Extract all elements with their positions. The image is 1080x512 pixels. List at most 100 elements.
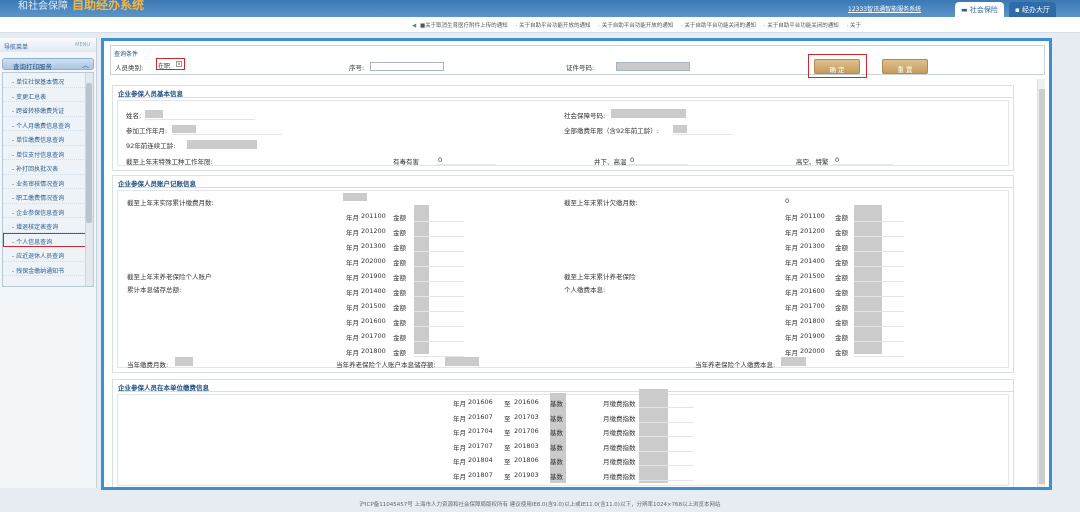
notice-link[interactable]: · 关于自助平台功能开放的通知 xyxy=(598,23,673,29)
month-label: 年月 xyxy=(785,334,798,342)
sidebar-scrollbar[interactable] xyxy=(85,73,93,286)
amount-label: 金额 xyxy=(393,304,406,312)
amount-label: 金额 xyxy=(835,289,848,297)
main-panel: 查询条件 人员类别: 在职 v 序号: 证件号码: 确 定 重 置 企业参保人员… xyxy=(101,38,1052,490)
notice-link[interactable]: · 关于自助平台功能关闭的通知 xyxy=(681,23,756,29)
amount-label: 金额 xyxy=(835,319,848,327)
fee-label: 月缴费指数 xyxy=(603,443,636,452)
sidebar-item-personal-info[interactable]: - 个人信息查询 xyxy=(3,232,93,247)
amount-label: 金额 xyxy=(393,229,406,237)
sidebar-item[interactable]: - 业务审核情况查询 xyxy=(3,175,93,189)
month-label: 年月 xyxy=(453,443,466,452)
month-label: 年月 xyxy=(785,349,798,357)
month-label: 年月 xyxy=(785,274,798,282)
sidebar-item[interactable]: - 增退核定表查询 xyxy=(3,218,93,233)
confirm-button[interactable]: 确 定 xyxy=(814,59,860,74)
footer: 沪ICP备11045457号 上海市人力资源和社会保障局版权所有 建议使用IE8… xyxy=(359,502,721,508)
amount-label: 金额 xyxy=(393,319,406,327)
chevron-up-icon: ︿ xyxy=(82,61,89,69)
system-logo: 和社会保障 自助经办系统 xyxy=(18,0,145,12)
content-area: 企业参保人员基本信息 姓名: 社会保障号码: 参加工作年月: 全部缴费年限（含9… xyxy=(104,79,1049,487)
scroll-thumb[interactable] xyxy=(1039,89,1045,484)
sidebar-item[interactable]: - 企业参保信息查询 xyxy=(3,204,93,218)
month-label: 年月 xyxy=(346,349,359,357)
month-value: 201500 xyxy=(800,272,825,280)
month-label: 年月 xyxy=(453,429,466,437)
to-month: 201606 xyxy=(514,398,539,406)
month-value: 201700 xyxy=(800,302,825,310)
id-number-input[interactable] xyxy=(616,62,690,71)
scroll-thumb[interactable] xyxy=(86,83,92,223)
amount-label: 金额 xyxy=(835,229,848,237)
sidebar-item[interactable]: - 跨省转移缴费凭证 xyxy=(3,102,93,117)
unit-payment-section: 企业参保人员在本单位缴费信息 年月 201606 至 201606 基数 月缴费指数 年月 2… xyxy=(112,379,1014,487)
amount-label: 金额 xyxy=(835,244,848,252)
amount-label: 金额 xyxy=(393,214,406,222)
portal-link[interactable]: 12333智讯通智能服务系统 xyxy=(848,4,921,13)
base-label: 基数 xyxy=(550,400,563,408)
month-value: 201400 xyxy=(361,287,386,295)
month-value: 201300 xyxy=(800,242,825,250)
to-label: 至 xyxy=(504,429,511,437)
megaphone-icon: ◀ xyxy=(412,23,417,29)
month-label: 年月 xyxy=(453,472,466,481)
tab-social-insurance[interactable]: ▬ 社会保险 xyxy=(955,2,1004,17)
notice-link[interactable]: · 关于自助平台功能关闭的通知 xyxy=(764,23,839,29)
fee-label: 月缴费指数 xyxy=(603,414,636,423)
amount-label: 金额 xyxy=(393,349,406,357)
month-label: 年月 xyxy=(346,214,359,222)
sidebar-item[interactable]: - 单位社保基本情况 xyxy=(3,73,93,88)
notice-link[interactable]: · 关于自助平台功能开放的通知 xyxy=(515,23,590,29)
month-label: 年月 xyxy=(785,289,798,297)
month-value: 201900 xyxy=(800,332,825,340)
month-value: 202000 xyxy=(800,347,825,355)
sidebar-item[interactable]: - 残保金缴纳通知书 xyxy=(3,262,93,276)
to-month: 201803 xyxy=(514,441,539,450)
seq-input[interactable] xyxy=(370,62,444,71)
month-label: 年月 xyxy=(785,319,798,327)
to-label: 至 xyxy=(504,472,511,481)
month-value: 201600 xyxy=(361,317,386,325)
to-month: 201903 xyxy=(514,470,539,479)
chevron-down-icon: v xyxy=(176,61,182,67)
sidebar-item[interactable]: - 变更汇总表 xyxy=(3,88,93,102)
sidebar-item[interactable]: - 补打回执批次表 xyxy=(3,160,93,175)
to-label: 至 xyxy=(504,458,511,466)
month-label: 年月 xyxy=(453,400,466,408)
from-month: 201707 xyxy=(468,441,493,450)
person-type-select[interactable]: 在职 v xyxy=(156,58,185,70)
fee-label: 月缴费指数 xyxy=(603,400,636,408)
amount-label: 金额 xyxy=(393,244,406,252)
top-banner: 和社会保障 自助经办系统 12333智讯通智能服务系统 ▬ 社会保险 ▪ 经办大厅 xyxy=(0,0,1080,17)
notice-link[interactable]: ■关于取消生育医疗附件上传的通知 xyxy=(420,23,508,29)
sidebar: 导航菜单 MENU 查询打印服务 ︿ - 单位社保基本情况 - 变更汇总表 - … xyxy=(0,38,97,488)
sidebar-item[interactable]: - 单位缴费信息查询 xyxy=(3,131,93,146)
month-value: 201100 xyxy=(361,212,386,220)
sidebar-group-query-print[interactable]: 查询打印服务 ︿ xyxy=(2,58,94,71)
month-value: 201800 xyxy=(361,347,386,355)
amount-label: 金额 xyxy=(393,274,406,282)
query-title: 查询条件 xyxy=(114,51,139,58)
amount-label: 金额 xyxy=(835,304,848,312)
sidebar-item[interactable]: - 应近退休人员查询 xyxy=(3,247,93,262)
amount-label: 金额 xyxy=(393,334,406,342)
amount-label: 金额 xyxy=(835,349,848,357)
from-month: 201804 xyxy=(468,456,493,464)
sidebar-item[interactable]: - 单位支付信息查询 xyxy=(3,146,93,160)
month-value: 201100 xyxy=(800,212,825,220)
to-label: 至 xyxy=(504,400,511,408)
sidebar-item[interactable]: - 职工缴费情况查询 xyxy=(3,189,93,204)
base-label: 基数 xyxy=(550,472,563,481)
month-label: 年月 xyxy=(346,274,359,282)
notice-link[interactable]: · 关于 xyxy=(847,23,862,29)
basic-info-section: 企业参保人员基本信息 姓名: 社会保障号码: 参加工作年月: 全部缴费年限（含9… xyxy=(112,85,1014,171)
from-month: 201607 xyxy=(468,412,493,421)
tab-service-hall[interactable]: ▪ 经办大厅 xyxy=(1009,2,1056,17)
to-month: 201706 xyxy=(514,427,539,435)
reset-button[interactable]: 重 置 xyxy=(882,59,928,74)
month-value: 201900 xyxy=(361,272,386,280)
content-scrollbar[interactable] xyxy=(1037,79,1045,487)
month-value: 201300 xyxy=(361,242,386,250)
sidebar-item[interactable]: - 个人月缴费信息查询 xyxy=(3,117,93,131)
amount-label: 金额 xyxy=(835,259,848,267)
